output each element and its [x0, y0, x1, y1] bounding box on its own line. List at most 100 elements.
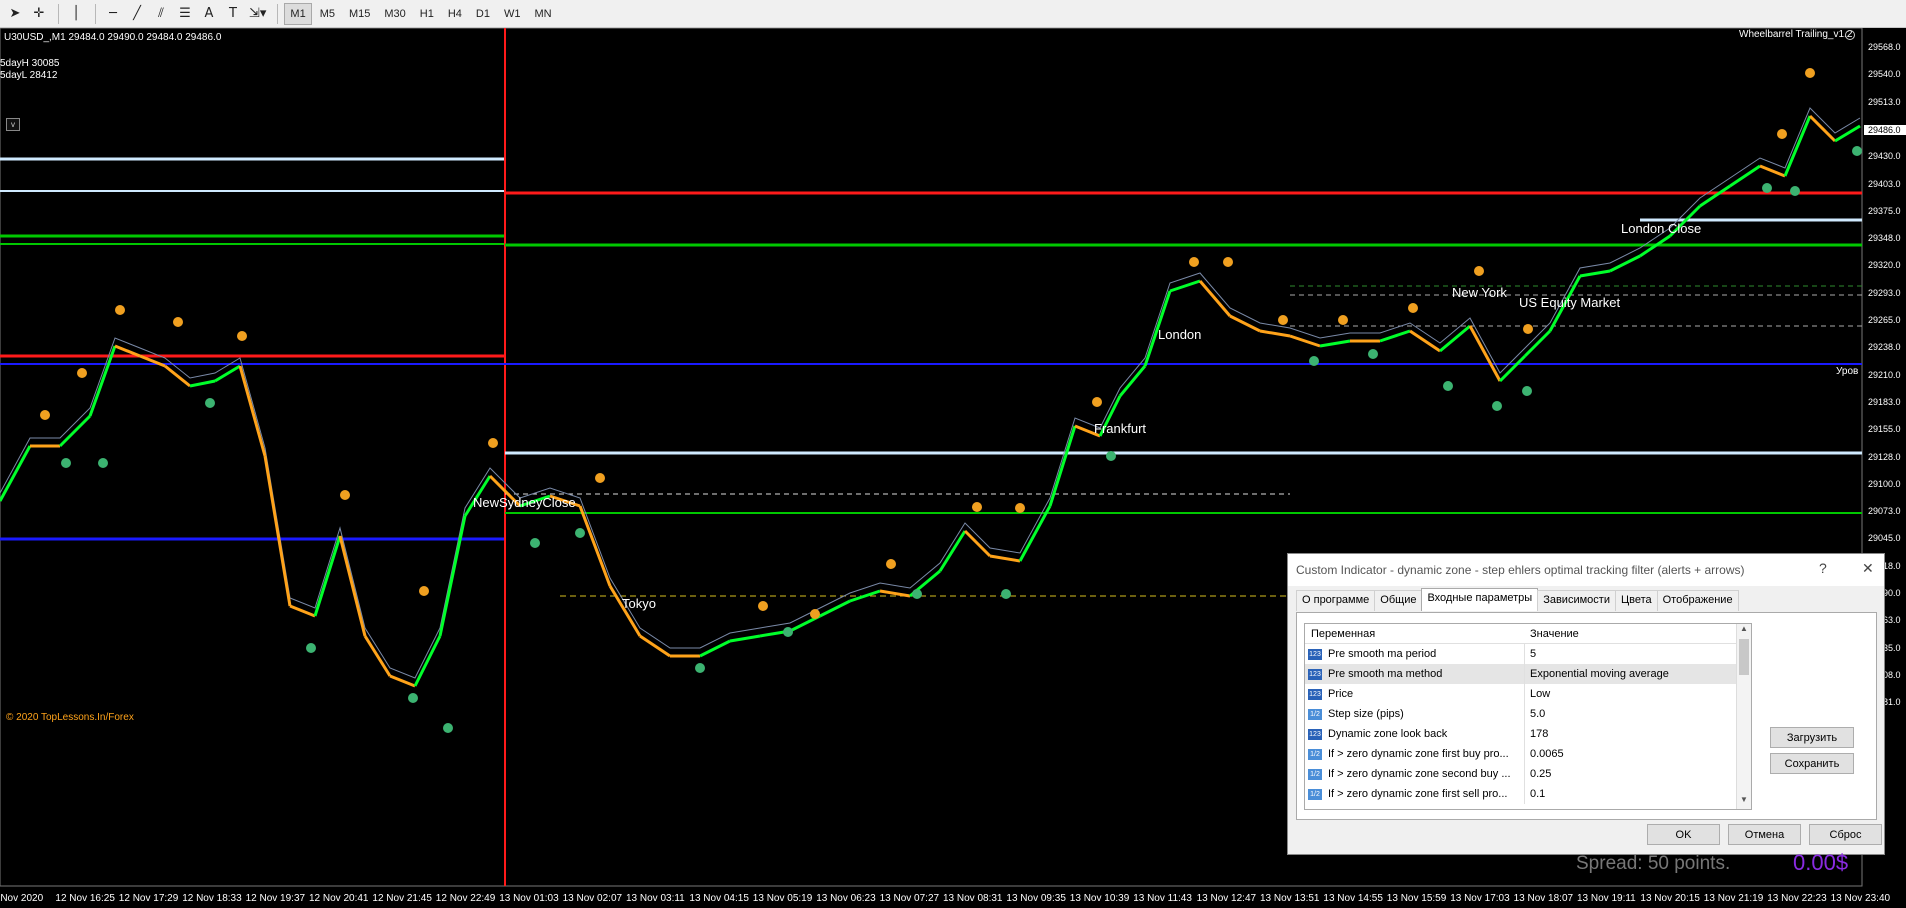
- trailing-line-segment: [338, 535, 367, 637]
- trailing-line-segment: [1018, 505, 1052, 562]
- help-button[interactable]: ?: [1819, 560, 1827, 576]
- tab-1[interactable]: Общие: [1374, 590, 1423, 611]
- buy-arrow-icon: [98, 458, 108, 468]
- load-button[interactable]: Загрузить: [1770, 727, 1854, 748]
- timeframe-m5[interactable]: M5: [314, 3, 341, 25]
- parameter-row[interactable]: 123 Price Low: [1305, 684, 1751, 704]
- trailing-line-segment: [578, 505, 612, 587]
- time-tick-label: 13 Nov 12:47: [1196, 893, 1257, 904]
- time-tick-label: 13 Nov 23:40: [1830, 893, 1891, 904]
- parameter-value[interactable]: 5.0: [1524, 704, 1734, 724]
- time-tick-label: 13 Nov 13:51: [1260, 893, 1320, 904]
- cursor-icon[interactable]: ➤: [4, 3, 26, 25]
- timeframe-mn[interactable]: MN: [528, 3, 557, 25]
- buy-arrow-icon: [408, 693, 418, 703]
- parameter-value[interactable]: 178: [1524, 724, 1734, 744]
- timeframe-d1[interactable]: D1: [470, 3, 496, 25]
- price-tick-label: 29073.0: [1868, 506, 1901, 517]
- trailing-line-segment: [413, 635, 442, 687]
- trailing-line-segment: [989, 554, 1021, 563]
- buy-arrow-icon: [530, 538, 540, 548]
- grid-scrollbar[interactable]: ▲ ▼: [1736, 624, 1751, 809]
- parameters-grid: Переменная Значение 123 Pre smooth ma per…: [1304, 623, 1752, 810]
- timeframe-w1[interactable]: W1: [498, 3, 527, 25]
- session-tokyo: Tokyo: [622, 596, 656, 611]
- buy-arrow-icon: [1492, 401, 1502, 411]
- buy-arrow-icon: [205, 398, 215, 408]
- timeframe-m15[interactable]: M15: [343, 3, 376, 25]
- time-tick-label: 13 Nov 10:39: [1069, 893, 1130, 904]
- time-tick-label: 12 Nov 16:25: [55, 893, 115, 904]
- parameter-row[interactable]: 123 Pre smooth ma period 5: [1305, 644, 1751, 664]
- sell-arrow-icon: [886, 559, 896, 569]
- sell-arrow-icon: [972, 502, 982, 512]
- text-icon[interactable]: A: [198, 3, 220, 25]
- save-button[interactable]: Сохранить: [1770, 753, 1854, 774]
- trailing-line-segment: [963, 529, 992, 558]
- cancel-button[interactable]: Отмена: [1728, 824, 1801, 845]
- level-label: Уров: [1836, 366, 1859, 377]
- scroll-down-icon[interactable]: ▼: [1737, 795, 1751, 809]
- trendline-icon[interactable]: ╱: [126, 3, 148, 25]
- time-tick-label: 13 Nov 04:15: [689, 893, 749, 904]
- price-tick-label: 29155.0: [1868, 424, 1901, 435]
- parameter-value[interactable]: 0.25: [1524, 764, 1734, 784]
- parameter-value[interactable]: 5: [1524, 644, 1734, 664]
- time-tick-label: 13 Nov 20:15: [1640, 893, 1700, 904]
- timeframe-h1[interactable]: H1: [414, 3, 440, 25]
- sell-arrow-icon: [758, 601, 768, 611]
- trailing-line-segment: [58, 414, 92, 448]
- trailing-line-segment: [1379, 329, 1411, 343]
- vertical-line-icon[interactable]: │: [65, 3, 87, 25]
- sell-arrow-icon: [1278, 315, 1288, 325]
- trailing-line-segment: [313, 535, 342, 617]
- fibonacci-icon[interactable]: ☰: [174, 3, 196, 25]
- timeframe-h4[interactable]: H4: [442, 3, 468, 25]
- text-label-icon[interactable]: T: [222, 3, 244, 25]
- price-tick-label: 29128.0: [1868, 451, 1901, 462]
- close-button[interactable]: ✕: [1862, 560, 1874, 577]
- parameter-name: Dynamic zone look back: [1328, 728, 1448, 740]
- time-tick-label: 13 Nov 14:55: [1323, 893, 1383, 904]
- horizontal-line-icon[interactable]: ─: [102, 3, 124, 25]
- time-tick-label: 13 Nov 05:19: [752, 893, 813, 904]
- parameter-value[interactable]: Low: [1524, 684, 1734, 704]
- buy-arrow-icon: [695, 663, 705, 673]
- timeframe-m30[interactable]: M30: [378, 3, 411, 25]
- tab-2[interactable]: Входные параметры: [1421, 588, 1539, 611]
- arrows-dropdown-icon[interactable]: ⇲▾: [246, 3, 269, 25]
- crosshair-icon[interactable]: ✛: [28, 3, 50, 25]
- parameter-row[interactable]: 123 Pre smooth ma method Exponential movin…: [1305, 664, 1751, 684]
- timeframe-m1[interactable]: M1: [284, 2, 312, 25]
- trailing-line-segment: [699, 639, 731, 658]
- channel-icon[interactable]: ⫽: [150, 3, 172, 25]
- parameter-row[interactable]: 1/2 If > zero dynamic zone first buy pro.…: [1305, 744, 1751, 764]
- price-tick-label: 29265.0: [1868, 315, 1901, 325]
- tab-0[interactable]: О программе: [1296, 590, 1376, 611]
- sell-arrow-icon: [1338, 315, 1348, 325]
- collapse-toggle-icon[interactable]: v: [6, 118, 20, 131]
- parameter-value[interactable]: 0.0065: [1524, 744, 1734, 764]
- trailing-line-segment: [879, 589, 911, 598]
- ok-button[interactable]: OK: [1647, 824, 1720, 845]
- trailing-line-segment: [289, 604, 316, 618]
- parameter-name-cell: 1/2 If > zero dynamic zone first sell pro…: [1305, 788, 1524, 800]
- time-tick-label: 13 Nov 21:19: [1703, 893, 1764, 904]
- tab-4[interactable]: Цвета: [1614, 590, 1658, 611]
- scroll-up-icon[interactable]: ▲: [1737, 624, 1751, 638]
- parameter-value[interactable]: Exponential moving average: [1524, 664, 1734, 684]
- tab-3[interactable]: Зависимости: [1537, 590, 1616, 611]
- parameter-row[interactable]: 1/2 Step size (pips) 5.0: [1305, 704, 1751, 724]
- scroll-thumb[interactable]: [1739, 639, 1749, 675]
- parameter-row[interactable]: 123 Dynamic zone look back 178: [1305, 724, 1751, 744]
- tab-5[interactable]: Отображение: [1656, 590, 1739, 611]
- five-day-high: 5dayH 30085: [0, 58, 60, 69]
- trailing-line-segment: [164, 364, 191, 388]
- parameter-value[interactable]: 0.1: [1524, 784, 1734, 804]
- price-tick-label: 29210.0: [1868, 369, 1901, 380]
- reset-button[interactable]: Сброс: [1809, 824, 1882, 845]
- price-tick-label: 29540.0: [1868, 69, 1901, 80]
- parameter-row[interactable]: 1/2 If > zero dynamic zone second buy ...…: [1305, 764, 1751, 784]
- parameter-row[interactable]: 1/2 If > zero dynamic zone first sell pro…: [1305, 784, 1751, 804]
- time-tick-label: 12 Nov 21:45: [372, 893, 432, 904]
